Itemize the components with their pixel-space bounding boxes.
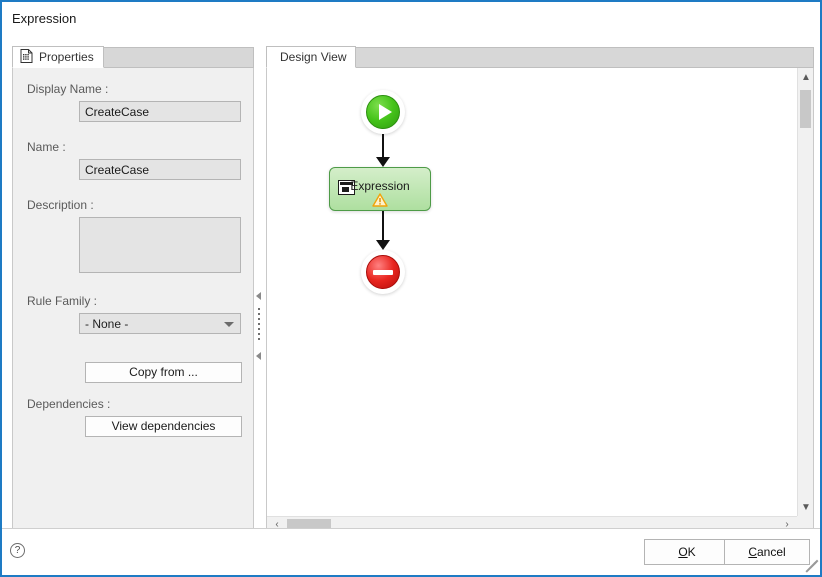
warning-triangle-icon	[372, 193, 388, 207]
workflow-start-node[interactable]	[361, 90, 405, 134]
properties-form-container: Display Name : Name : Description : Rule…	[12, 67, 254, 533]
task-node-label: Expression	[350, 179, 410, 193]
ok-button-mnemonic: O	[678, 545, 688, 559]
tab-properties[interactable]: Properties	[12, 46, 104, 68]
dependencies-label: Dependencies :	[27, 397, 111, 411]
scroll-up-arrow-icon[interactable]: ▲	[798, 70, 813, 86]
panel-splitter[interactable]	[254, 46, 266, 533]
vertical-scroll-thumb[interactable]	[800, 90, 811, 128]
properties-form: Display Name : Name : Description : Rule…	[13, 68, 253, 437]
expression-dialog: Expression Properties Display Name: Cre…	[0, 0, 822, 577]
help-question-icon[interactable]: ?	[10, 543, 25, 558]
design-panel: Design View Expression ▲ ▼ ‹ ›	[266, 46, 814, 533]
chevron-down-icon	[224, 321, 234, 327]
design-tabstrip: Design View	[266, 46, 814, 68]
resize-grip-icon[interactable]	[805, 559, 819, 574]
rule-family-label: Rule Family :	[27, 294, 98, 308]
dialog-footer: ? OK Cancel	[2, 528, 820, 575]
design-canvas[interactable]: Expression	[267, 68, 797, 516]
display-name-input[interactable]	[79, 101, 241, 122]
name-label: Name :	[27, 140, 66, 154]
cancel-button-label-rest: ancel	[756, 545, 786, 559]
connector-arrowhead-1	[376, 157, 390, 167]
workflow-task-node-expression[interactable]: Expression	[329, 167, 431, 211]
properties-document-icon	[20, 48, 33, 66]
properties-panel: Properties Display Name : Name : Descrip…	[12, 46, 254, 533]
rule-family-value: - None -	[85, 316, 129, 331]
cancel-button-mnemonic: C	[748, 545, 757, 559]
properties-tabstrip: Properties	[12, 46, 254, 68]
ok-button[interactable]: OK	[644, 539, 730, 565]
splitter-collapse-up-icon[interactable]	[256, 292, 261, 300]
description-label: Description :	[27, 198, 94, 212]
workflow-diagram: Expression	[267, 68, 797, 516]
view-dependencies-button[interactable]: View dependencies	[85, 416, 242, 437]
name-input[interactable]	[79, 159, 241, 180]
play-triangle-icon	[379, 104, 392, 120]
tab-design-view[interactable]: Design View	[266, 46, 357, 68]
cancel-button[interactable]: Cancel	[724, 539, 810, 565]
tab-design-view-label: Design View	[280, 50, 347, 64]
description-textarea[interactable]	[79, 217, 241, 273]
design-canvas-container: Expression ▲ ▼ ‹ ›	[266, 67, 814, 533]
design-vertical-scrollbar[interactable]: ▲ ▼	[797, 68, 813, 516]
tab-properties-label: Properties	[39, 50, 94, 64]
dialog-content: Properties Display Name : Name : Descrip…	[2, 34, 820, 533]
dialog-title: Expression	[12, 10, 77, 26]
workflow-end-node[interactable]	[361, 250, 405, 294]
scroll-down-arrow-icon[interactable]: ▼	[798, 500, 813, 516]
connector-arrowhead-2	[376, 240, 390, 250]
copy-from-button[interactable]: Copy from ...	[85, 362, 242, 383]
display-name-label: Display Name :	[27, 82, 109, 96]
stop-bar-icon	[373, 270, 393, 275]
connector-task-to-end	[382, 211, 384, 242]
connector-start-to-task	[382, 134, 384, 159]
rule-family-select[interactable]: - None -	[79, 313, 241, 334]
splitter-collapse-down-icon[interactable]	[256, 352, 261, 360]
dialog-titlebar: Expression	[2, 2, 820, 34]
ok-button-label-rest: K	[687, 545, 696, 559]
splitter-grip-icon	[258, 308, 260, 346]
